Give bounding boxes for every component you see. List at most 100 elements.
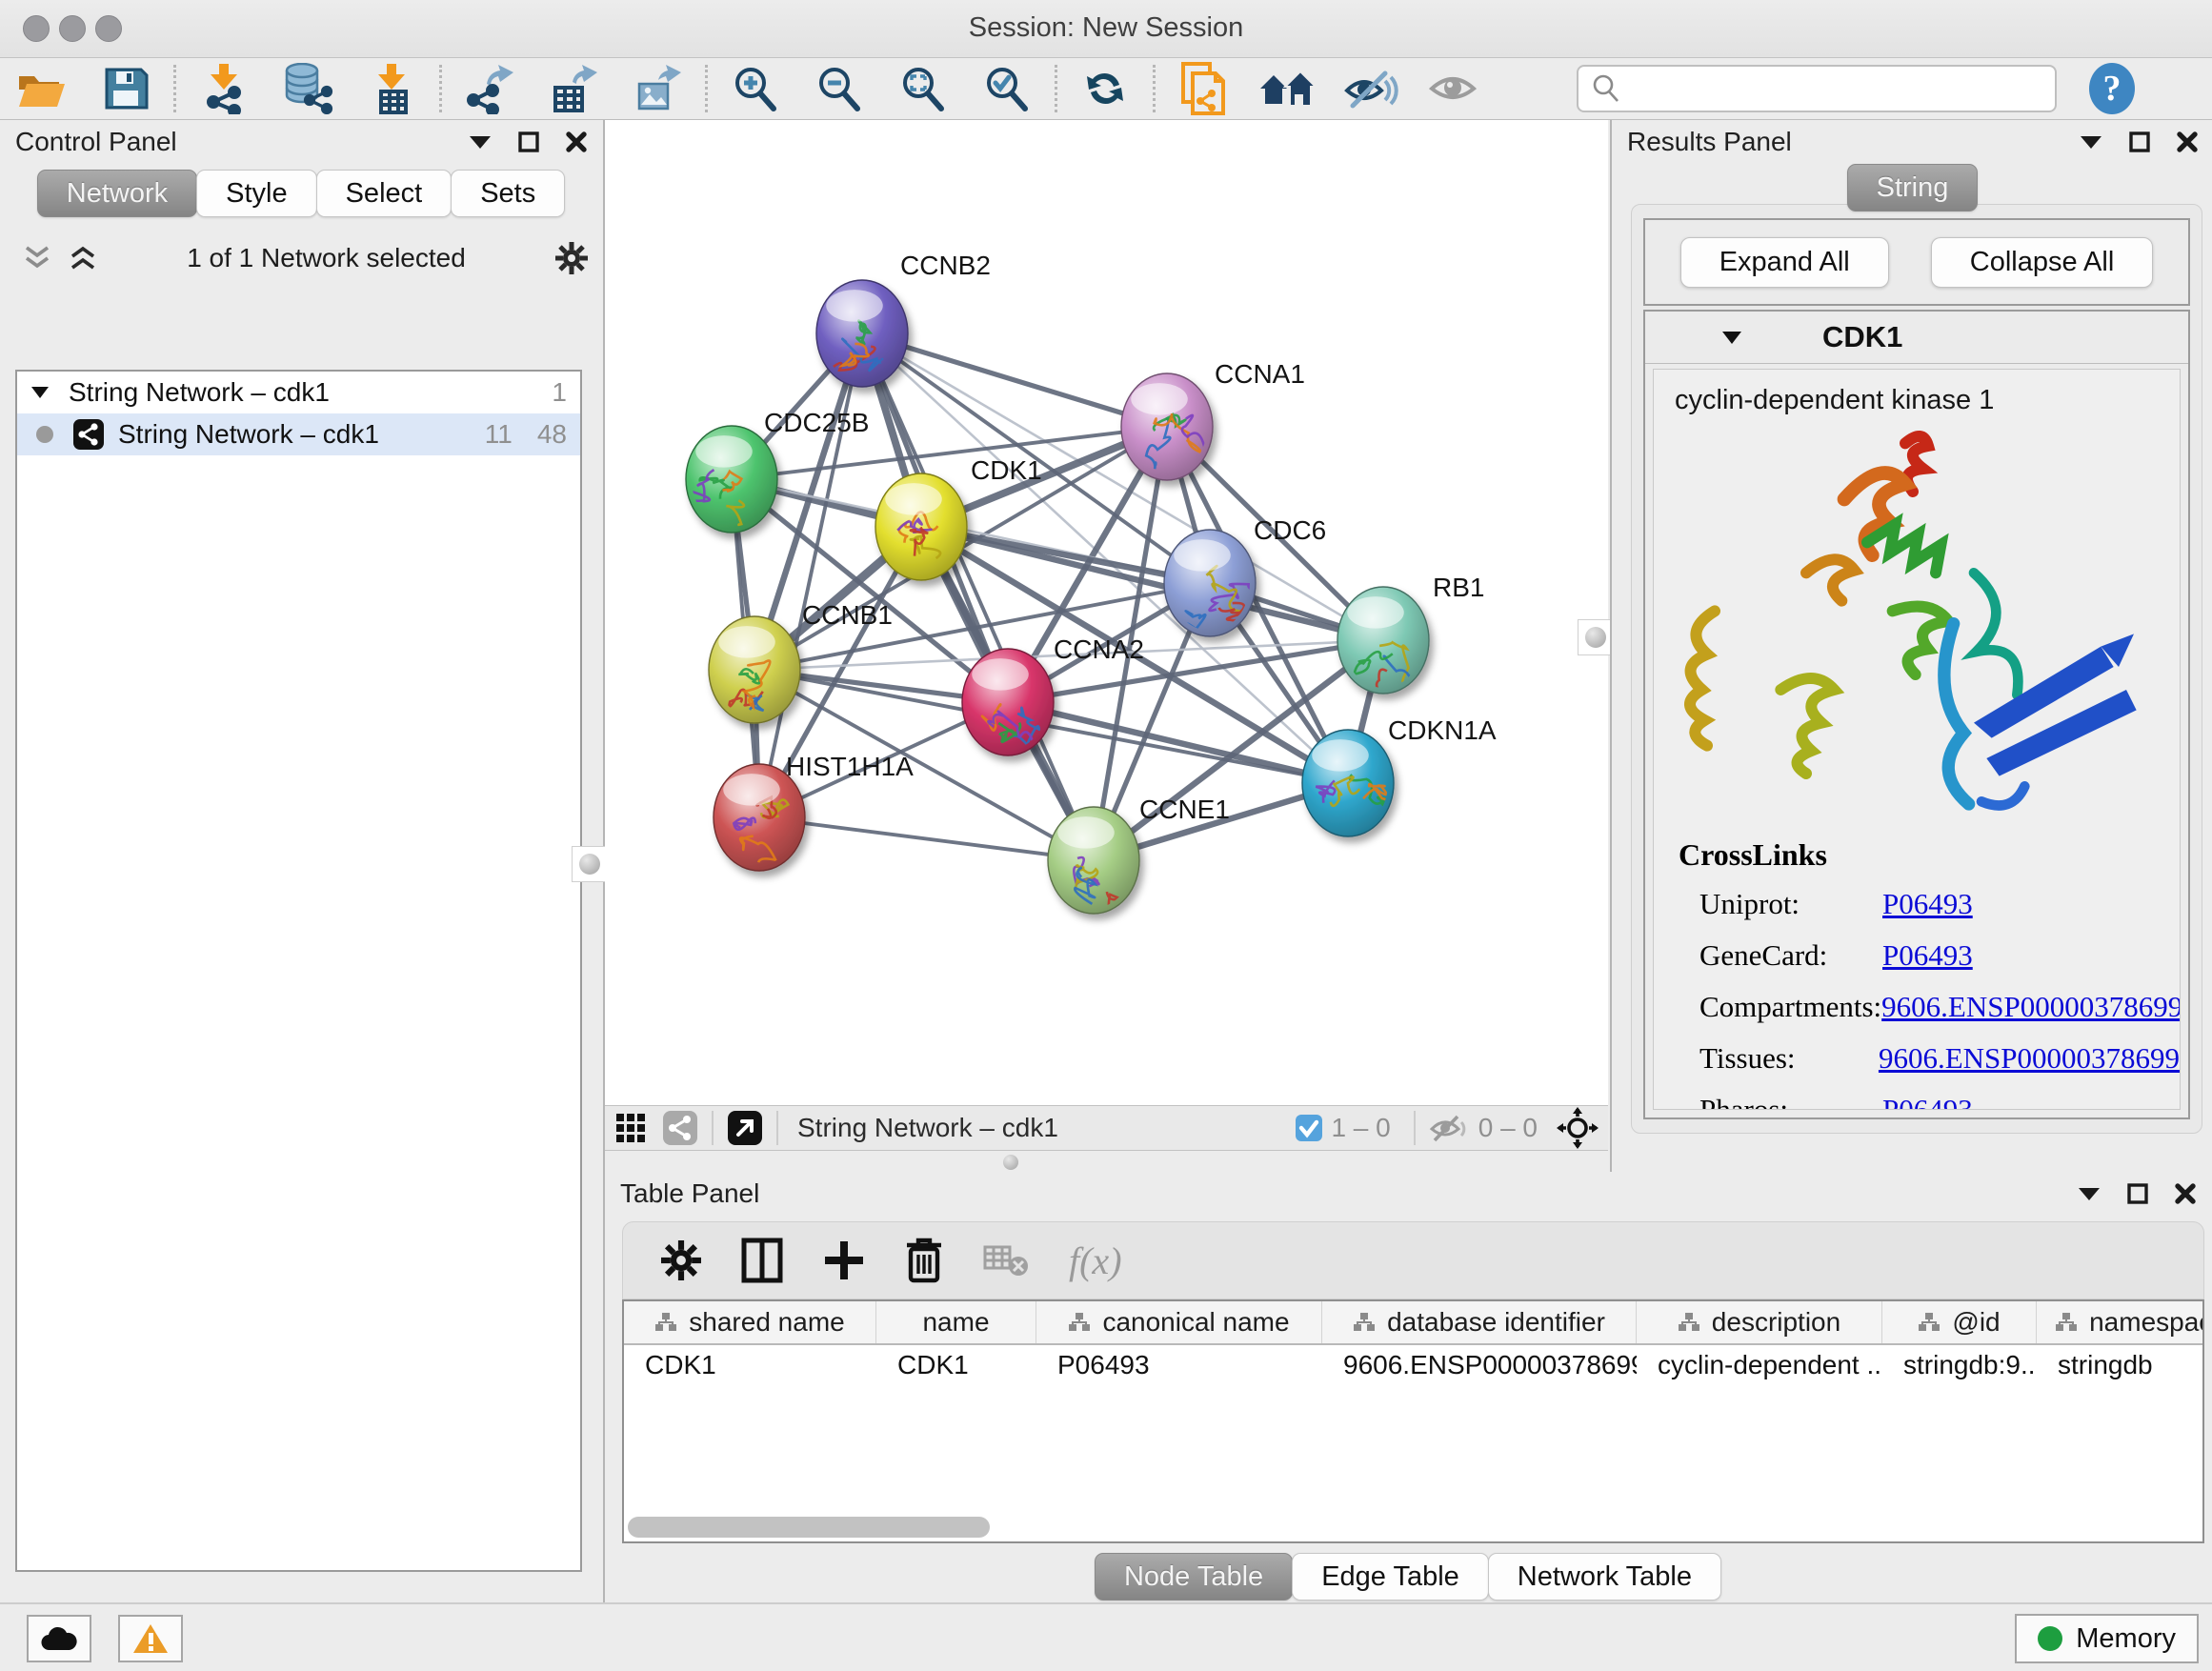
- tab-string[interactable]: String: [1847, 164, 1979, 211]
- panel-menu-caret-icon[interactable]: [2077, 1186, 2101, 1201]
- selected-checkbox-icon[interactable]: [1295, 1114, 1323, 1142]
- detach-view-icon[interactable]: [727, 1110, 763, 1146]
- right-splitter-handle[interactable]: [1578, 619, 1614, 655]
- table-cell[interactable]: CDK1: [624, 1345, 876, 1387]
- open-file-button[interactable]: [0, 61, 84, 116]
- float-panel-icon[interactable]: [2128, 131, 2151, 153]
- column-header-name[interactable]: name: [876, 1301, 1036, 1343]
- zoom-out-button[interactable]: [797, 61, 881, 116]
- panel-menu-caret-icon[interactable]: [468, 134, 493, 150]
- help-button[interactable]: ?: [2085, 62, 2139, 115]
- node-CCNB1[interactable]: [709, 616, 800, 723]
- collection-expand-caret-icon[interactable]: [30, 386, 50, 399]
- crosslink-link[interactable]: 9606.ENSP00000378699: [1881, 990, 2181, 1024]
- import-table-file-button[interactable]: [350, 61, 433, 116]
- tab-node-table[interactable]: Node Table: [1095, 1553, 1293, 1601]
- delete-column-icon[interactable]: [905, 1238, 943, 1283]
- entry-collapse-caret-icon[interactable]: [1721, 331, 1742, 345]
- column-header--id[interactable]: @id: [1882, 1301, 2037, 1343]
- import-network-file-button[interactable]: [182, 61, 266, 116]
- crosslink-link[interactable]: 9606.ENSP00000378699: [1879, 1041, 2180, 1076]
- tab-sets[interactable]: Sets: [451, 170, 565, 217]
- crosslink-row: Uniprot:P06493: [1654, 878, 2180, 930]
- left-splitter-handle[interactable]: [572, 846, 608, 882]
- column-header-shared-name[interactable]: shared name: [624, 1301, 876, 1343]
- memory-button[interactable]: Memory: [2015, 1614, 2199, 1663]
- panel-menu-caret-icon[interactable]: [2079, 134, 2103, 150]
- float-panel-icon[interactable]: [517, 131, 540, 153]
- table-cell[interactable]: P06493: [1036, 1345, 1322, 1387]
- network-row[interactable]: String Network – cdk1 11 48: [17, 413, 580, 455]
- node-CDC25B[interactable]: [686, 426, 777, 544]
- close-panel-icon[interactable]: [2176, 131, 2199, 153]
- table-options-gear-icon[interactable]: [661, 1240, 701, 1280]
- node-CCNB2[interactable]: [816, 280, 908, 387]
- edge-HIST1H1A-CCNE1[interactable]: [759, 817, 1094, 860]
- table-cell[interactable]: stringdb: [2037, 1345, 2204, 1387]
- add-column-icon[interactable]: [823, 1239, 865, 1281]
- crosslink-link[interactable]: P06493: [1882, 1093, 1973, 1110]
- apply-layout-button[interactable]: [1063, 61, 1147, 116]
- tab-network-table[interactable]: Network Table: [1488, 1553, 1721, 1601]
- export-network-button[interactable]: [448, 61, 532, 116]
- tab-edge-table[interactable]: Edge Table: [1292, 1553, 1489, 1601]
- edge-CCNB2-CCNA1[interactable]: [862, 333, 1167, 427]
- show-columns-icon[interactable]: [741, 1238, 783, 1283]
- network-collection-row[interactable]: String Network – cdk1 1: [17, 372, 580, 413]
- hide-selection-button[interactable]: [1329, 61, 1413, 116]
- edge-CCNB2-CCNE1[interactable]: [862, 333, 1094, 860]
- table-horizontal-scrollbar[interactable]: [628, 1517, 990, 1538]
- network-grid-view-icon[interactable]: [614, 1112, 647, 1144]
- node-result-header[interactable]: CDK1: [1645, 312, 2188, 364]
- node-CDKN1A[interactable]: [1302, 730, 1397, 836]
- node-CDK1[interactable]: [875, 473, 967, 580]
- tab-style[interactable]: Style: [196, 170, 316, 217]
- column-header-namespace[interactable]: namespace: [2037, 1301, 2204, 1343]
- column-header-canonical-name[interactable]: canonical name: [1036, 1301, 1322, 1343]
- import-network-database-button[interactable]: [266, 61, 350, 116]
- collapse-all-button[interactable]: Collapse All: [1931, 237, 2154, 288]
- fit-content-crosshair-icon[interactable]: [1557, 1107, 1599, 1149]
- warnings-button[interactable]: [118, 1615, 183, 1662]
- save-session-button[interactable]: [84, 61, 168, 116]
- network-options-gear-icon[interactable]: [555, 242, 588, 274]
- show-all-button[interactable]: [1413, 61, 1497, 116]
- first-neighbors-button[interactable]: [1245, 61, 1329, 116]
- column-hierarchy-icon: [1353, 1312, 1376, 1333]
- table-cell[interactable]: stringdb:9...: [1882, 1345, 2037, 1387]
- column-header-database-identifier[interactable]: database identifier: [1322, 1301, 1637, 1343]
- tab-select[interactable]: Select: [316, 170, 452, 217]
- expand-all-button[interactable]: Expand All: [1680, 237, 1889, 288]
- crosslink-link[interactable]: P06493: [1882, 887, 1973, 921]
- edge-CCNA2-CDKN1A[interactable]: [1008, 702, 1348, 783]
- node-CDC6[interactable]: [1164, 530, 1262, 636]
- node-CCNA2[interactable]: [962, 649, 1054, 755]
- table-cell[interactable]: cyclin-dependent ...: [1637, 1345, 1882, 1387]
- network-canvas[interactable]: CCNB2CCNA1CDC25BCDK1CDC6RB1CCNB1CCNA2CDK…: [605, 120, 1608, 1105]
- search-input[interactable]: [1630, 69, 2055, 109]
- network-graph[interactable]: CCNB2CCNA1CDC25BCDK1CDC6RB1CCNB1CCNA2CDK…: [605, 120, 1608, 1105]
- crosslink-link[interactable]: P06493: [1882, 938, 1973, 973]
- column-header-description[interactable]: description: [1637, 1301, 1882, 1343]
- close-panel-icon[interactable]: [565, 131, 588, 153]
- table-row[interactable]: CDK1CDK1P064939606.ENSP00000378699cyclin…: [624, 1345, 2202, 1387]
- horizontal-splitter-handle[interactable]: [996, 1154, 1025, 1171]
- zoom-selected-button[interactable]: [965, 61, 1049, 116]
- close-panel-icon[interactable]: [2174, 1182, 2197, 1205]
- table-cell[interactable]: CDK1: [876, 1345, 1036, 1387]
- export-table-button[interactable]: [532, 61, 615, 116]
- node-CCNE1[interactable]: [1048, 807, 1139, 922]
- expand-all-icon[interactable]: [69, 246, 97, 271]
- tab-network[interactable]: Network: [37, 170, 197, 217]
- float-panel-icon[interactable]: [2126, 1182, 2149, 1205]
- export-image-button[interactable]: [615, 61, 699, 116]
- cloud-status-button[interactable]: [27, 1615, 91, 1662]
- zoom-in-button[interactable]: [714, 61, 797, 116]
- zoom-fit-button[interactable]: [881, 61, 965, 116]
- collapse-all-icon[interactable]: [23, 246, 51, 271]
- node-RB1[interactable]: [1337, 587, 1447, 709]
- network-birdseye-icon[interactable]: [662, 1110, 698, 1146]
- table-cell[interactable]: 9606.ENSP00000378699: [1322, 1345, 1637, 1387]
- edge-CCNB2-HIST1H1A[interactable]: [759, 333, 862, 817]
- new-network-from-selection-button[interactable]: [1161, 61, 1245, 116]
